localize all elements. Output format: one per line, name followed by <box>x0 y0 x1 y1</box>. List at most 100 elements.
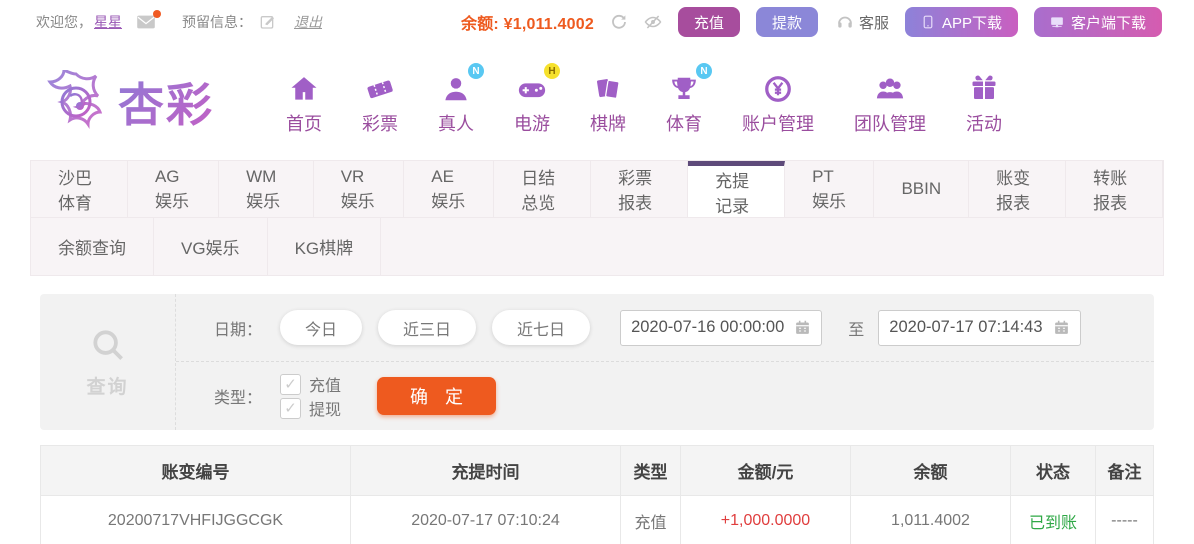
checkbox-label: 充值 <box>309 378 342 395</box>
nav-item-label: 活动 <box>966 114 1002 134</box>
tab-VR娱乐[interactable]: VR娱乐 <box>314 161 405 217</box>
calendar-icon <box>796 320 810 334</box>
table-cell: 20200717VHFIJGGCGK <box>41 496 351 544</box>
tab-row-row2: 余额查询 VG娱乐 KG棋牌 <box>31 218 1163 275</box>
recharge-button[interactable]: 充值 <box>677 7 740 37</box>
nav-item-sports[interactable]: N 体育 <box>646 63 722 136</box>
withdraw-button[interactable]: 提款 <box>755 7 818 37</box>
nav-item-lottery[interactable]: 彩票 <box>342 68 418 136</box>
nav-item-label: 账户管理 <box>742 114 814 134</box>
date-to-input[interactable]: 2020-07-17 07:14:43 <box>878 309 1081 346</box>
table-header-cell: 备注 <box>1096 446 1153 496</box>
tab-转账报表[interactable]: 转账报表 <box>1066 161 1164 217</box>
topbar-right: 余额: ¥1,011.4002 充值 提款 客服 APP下载 客户端下载 <box>461 7 1162 37</box>
table-header-cell: 余额 <box>851 446 1011 496</box>
tab-日结总览[interactable]: 日结总览 <box>494 161 592 217</box>
client-download-label: 客户端下载 <box>1070 14 1146 32</box>
nav-item-promo[interactable]: 活动 <box>946 68 1022 136</box>
checkbox-box: ✓ <box>280 373 302 395</box>
confirm-button[interactable]: 确 定 <box>377 377 497 415</box>
date-from-input[interactable]: 2020-07-16 00:00:00 <box>620 309 823 346</box>
mail-icon[interactable] <box>136 10 161 30</box>
tab-AG娱乐[interactable]: AG娱乐 <box>128 161 220 217</box>
preset-近七日[interactable]: 近七日 <box>492 310 591 345</box>
client-download-button[interactable]: 客户端下载 <box>1033 7 1162 37</box>
team-icon <box>876 78 904 99</box>
table-cell: 1,011.4002 <box>851 496 1011 544</box>
headset-icon <box>838 16 852 28</box>
gift-icon <box>972 75 996 99</box>
date-presets: 今日 近三日 近七日 <box>280 310 606 345</box>
nav-badge-sports: N <box>696 63 712 79</box>
topbar: 欢迎您， 星星 预留信息： 退出 余额: ¥1,011.4002 充值 提款 客… <box>0 0 1194 44</box>
refresh-icon[interactable] <box>610 13 628 31</box>
home-icon <box>291 77 317 100</box>
checkbox-label: 提现 <box>309 402 342 419</box>
table-row: 20200717VHFIJGGCGK 2020-07-17 07:10:24 充值 +… <box>41 496 1153 544</box>
tab-沙巴体育[interactable]: 沙巴体育 <box>31 161 128 217</box>
nav-item-live[interactable]: N 真人 <box>418 63 494 136</box>
reserved-info-label: 预留信息： <box>182 14 252 30</box>
nav-item-home[interactable]: 首页 <box>266 68 342 136</box>
filter-panel: 查询 日期： 今日 近三日 近七日 2020-07-16 00:00:00 至 20… <box>40 294 1154 430</box>
tab-KG棋牌[interactable]: KG棋牌 <box>268 218 382 275</box>
nav-item-team[interactable]: 团队管理 <box>834 68 946 136</box>
gamepad-icon <box>518 83 546 98</box>
search-icon <box>92 329 123 360</box>
logout-link[interactable]: 退出 <box>294 12 322 32</box>
date-label: 日期： <box>214 321 263 339</box>
table-cell: 充值 <box>621 496 681 544</box>
table-cell: ----- <box>1096 496 1153 544</box>
coin-icon <box>765 76 791 102</box>
nav-item-account[interactable]: 账户管理 <box>722 68 834 136</box>
table-header-row: 账变编号 充提时间 类型 金额/元 余额 状态 备注 <box>41 446 1153 496</box>
balance-label: 余额: <box>461 16 499 33</box>
table-header-cell: 状态 <box>1011 446 1096 496</box>
type-label: 类型： <box>214 390 263 407</box>
filter-rows: 日期： 今日 近三日 近七日 2020-07-16 00:00:00 至 2020-… <box>176 294 1154 430</box>
nav-item-egames[interactable]: H 电游 <box>494 63 570 136</box>
tab-余额查询[interactable]: 余额查询 <box>31 218 154 275</box>
site-header: 杏彩 首页 彩票 N 真人 H 电游 棋牌 N 体育 账户管理 团队管理 活动 <box>0 44 1194 160</box>
table-header-cell: 类型 <box>621 446 681 496</box>
nav-item-label: 团队管理 <box>854 114 926 134</box>
preset-今日[interactable]: 今日 <box>280 310 363 345</box>
nav-item-label: 棋牌 <box>590 114 626 134</box>
eye-off-icon[interactable] <box>644 13 662 31</box>
tab-BBIN[interactable]: BBIN <box>874 161 970 217</box>
table-header-cell: 充提时间 <box>351 446 621 496</box>
nav-item-label: 体育 <box>666 114 702 134</box>
phone-icon <box>923 15 933 29</box>
person-icon <box>445 78 467 101</box>
site-logo[interactable]: 杏彩 <box>44 69 214 135</box>
checkbox-充值[interactable]: ✓ 充值 <box>280 372 341 396</box>
table-header-cell: 账变编号 <box>41 446 351 496</box>
tab-PT娱乐[interactable]: PT娱乐 <box>785 161 875 217</box>
topbar-left: 欢迎您， 星星 预留信息： 退出 <box>36 10 322 32</box>
ticket-icon <box>367 80 393 99</box>
tab-VG娱乐[interactable]: VG娱乐 <box>154 218 268 275</box>
customer-service-label: 客服 <box>858 14 889 32</box>
table-cell: 2020-07-17 07:10:24 <box>351 496 621 544</box>
preset-近三日[interactable]: 近三日 <box>378 310 477 345</box>
tab-WM娱乐[interactable]: WM娱乐 <box>219 161 314 217</box>
tab-账变报表[interactable]: 账变报表 <box>969 161 1067 217</box>
checkbox-提现[interactable]: ✓ 提现 <box>280 396 341 420</box>
nav-item-label: 彩票 <box>362 114 398 134</box>
nav-item-boardgames[interactable]: 棋牌 <box>570 68 646 136</box>
username-link[interactable]: 星星 <box>94 12 122 32</box>
trophy-icon <box>672 77 696 99</box>
app-download-label: APP下载 <box>941 14 1002 32</box>
tab-充提记录[interactable]: 充提记录 <box>688 161 786 217</box>
records-table: 账变编号 充提时间 类型 金额/元 余额 状态 备注 20200717VHFIJGGCGK 20… <box>40 445 1154 544</box>
customer-service-link[interactable]: 客服 <box>836 12 889 33</box>
checkbox-box: ✓ <box>280 397 302 419</box>
nav-item-label: 真人 <box>438 114 474 134</box>
table-header-cell: 金额/元 <box>681 446 851 496</box>
table-cell: +1,000.0000 <box>681 496 851 544</box>
query-label: 查询 <box>86 376 129 398</box>
tab-AE娱乐[interactable]: AE娱乐 <box>404 161 495 217</box>
tab-彩票报表[interactable]: 彩票报表 <box>591 161 689 217</box>
app-download-button[interactable]: APP下载 <box>904 7 1018 37</box>
edit-icon[interactable] <box>260 14 276 30</box>
